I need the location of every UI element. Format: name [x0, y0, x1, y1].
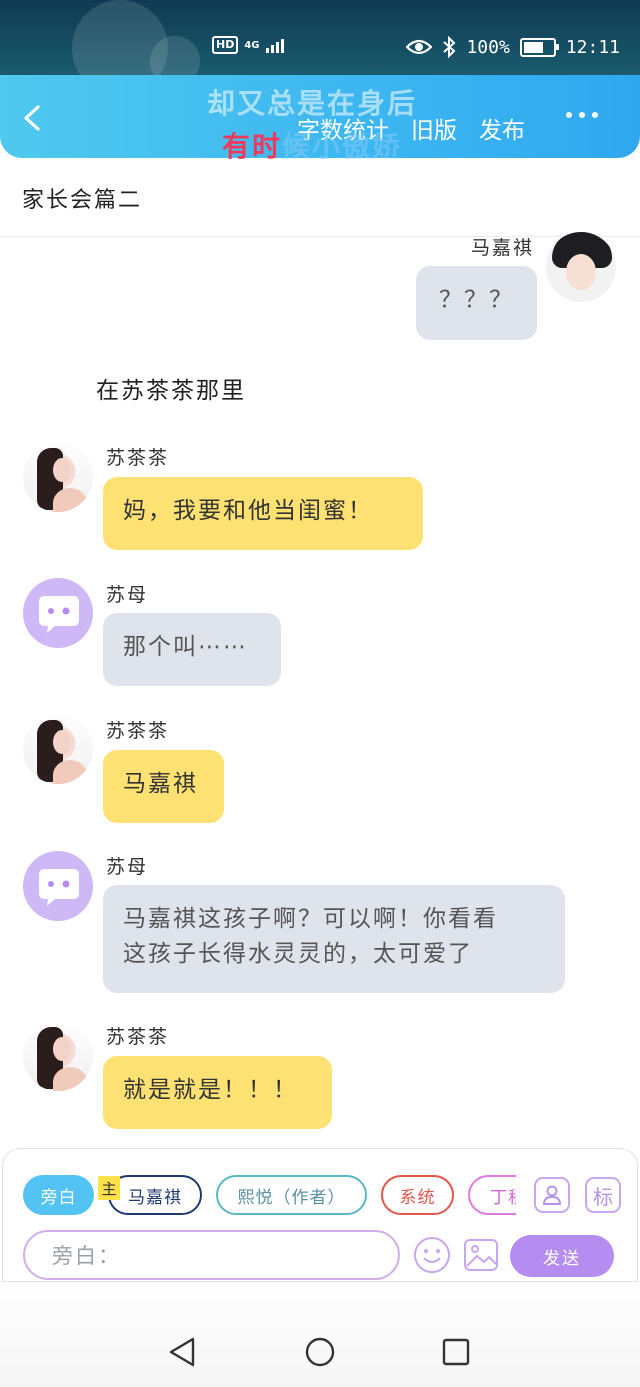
- chat-bubble-icon: [39, 596, 79, 633]
- back-triangle-icon[interactable]: [167, 1336, 199, 1368]
- role-chip-author[interactable]: 熙悦（作者）: [216, 1175, 367, 1215]
- bluetooth-icon: [443, 36, 456, 58]
- eye-icon: [406, 39, 433, 55]
- avatar-sumu[interactable]: [23, 578, 93, 648]
- narration-text[interactable]: 在苏茶茶那里: [96, 371, 246, 405]
- send-button[interactable]: 发送: [510, 1235, 614, 1277]
- message-line: 这孩子长得水灵灵的，太可爱了: [123, 941, 473, 967]
- role-chip-ding[interactable]: 丁程: [468, 1175, 516, 1215]
- old-version-button[interactable]: 旧版: [411, 111, 457, 145]
- overlay-red-text: 有时: [222, 130, 283, 163]
- speaker-name-suchacha: 苏茶茶: [106, 447, 170, 469]
- message-line: 马嘉祺这孩子啊？可以啊！你看看: [123, 906, 498, 932]
- network-indicators: HD 4G: [212, 36, 284, 54]
- role-chip-system[interactable]: 系统: [381, 1175, 454, 1215]
- recents-square-icon[interactable]: [440, 1336, 472, 1368]
- role-chip-narration[interactable]: 旁白: [23, 1175, 94, 1215]
- message-bubble[interactable]: 那个叫⋯⋯: [103, 613, 281, 686]
- image-icon[interactable]: [462, 1236, 500, 1274]
- wallpaper-bubble: [150, 36, 200, 75]
- overlay-text-line1: 却又总是在身后: [207, 87, 418, 120]
- tag-button[interactable]: 标: [585, 1177, 621, 1213]
- signal-icon: [265, 37, 284, 53]
- message-bubble[interactable]: 马嘉祺: [103, 750, 224, 823]
- message-bubble[interactable]: 妈，我要和他当闺蜜！: [103, 477, 423, 550]
- role-chip-majiaqi[interactable]: 马嘉祺: [108, 1175, 202, 1215]
- back-arrow-icon[interactable]: [20, 105, 46, 131]
- divider: [0, 236, 640, 237]
- message-bubble[interactable]: 马嘉祺这孩子啊？可以啊！你看看 这孩子长得水灵灵的，太可爱了: [103, 885, 565, 993]
- speaker-name-suchacha: 苏茶茶: [106, 1026, 170, 1048]
- avatar-suchacha[interactable]: [23, 442, 93, 512]
- speaker-name-majiaqi: 马嘉祺: [471, 237, 535, 259]
- publish-button[interactable]: 发布: [479, 111, 525, 145]
- more-icon[interactable]: [566, 112, 598, 118]
- clock: 12:11: [565, 36, 620, 58]
- message-bubble[interactable]: ？？？: [416, 266, 537, 340]
- overlay-blue-text: 候小傲娇: [282, 130, 403, 163]
- avatar-majiaqi[interactable]: [546, 232, 616, 302]
- avatar-sumu[interactable]: [23, 851, 93, 921]
- avatar-suchacha[interactable]: [23, 1021, 93, 1091]
- message-input[interactable]: 旁白：: [23, 1230, 400, 1280]
- speaker-name-sumu: 苏母: [106, 584, 149, 606]
- home-circle-icon[interactable]: [304, 1336, 336, 1368]
- battery-percent: 100%: [466, 36, 510, 58]
- chapter-title: 家长会篇二: [22, 188, 143, 213]
- system-nav-bar: [0, 1282, 640, 1387]
- add-character-icon[interactable]: [534, 1177, 570, 1213]
- status-bar: HD 4G 100% 12:11: [0, 0, 640, 75]
- avatar-suchacha[interactable]: [23, 714, 93, 784]
- chat-bubble-icon: [39, 869, 79, 906]
- main-role-badge: 主: [98, 1176, 120, 1200]
- speaker-name-sumu: 苏母: [106, 856, 149, 878]
- battery-icon: [519, 37, 559, 57]
- status-right: 100% 12:11: [406, 36, 620, 58]
- overlay-text-line2: 有时候小傲娇: [222, 125, 402, 165]
- hd-icon: HD: [212, 36, 239, 54]
- emoji-icon[interactable]: [413, 1236, 451, 1274]
- speaker-name-suchacha: 苏茶茶: [106, 720, 170, 742]
- message-bubble[interactable]: 就是就是！！！: [103, 1056, 332, 1129]
- person-icon: [542, 1185, 562, 1205]
- network-type: 4G: [244, 39, 260, 51]
